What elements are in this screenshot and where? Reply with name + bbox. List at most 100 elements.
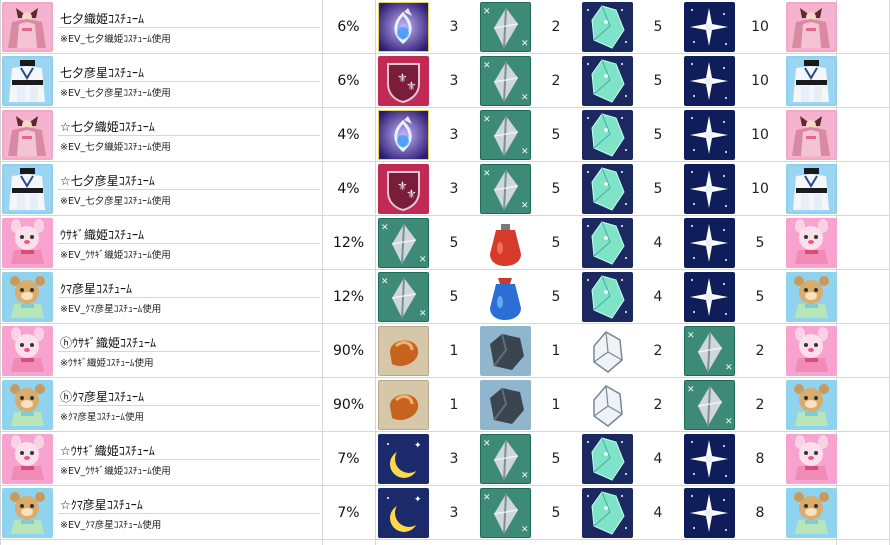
dark-ore-icon: [480, 326, 531, 376]
svg-text:✕: ✕: [419, 309, 427, 319]
costume-name: ☆七夕織姫ｺｽﾁｭｰﾑ: [60, 120, 155, 134]
costume-note: ※EV_七夕彦星ｺｽﾁｭｰﾑ使用: [60, 88, 171, 99]
svg-text:✕: ✕: [521, 525, 529, 535]
star-sparkle-icon: [684, 110, 735, 160]
costume-name: 七夕彦星ｺｽﾁｭｰﾑ: [60, 66, 145, 80]
hikoboshi-avatar-icon: [2, 56, 53, 106]
rabbit-avatar-icon: [2, 218, 53, 268]
material-quantity: 1: [551, 396, 561, 413]
name-divider: [58, 513, 320, 514]
table-row: ☆七夕彦星ｺｽﾁｭｰﾑ ※EV_七夕彦星ｺｽﾁｭｰﾑ使用 4% ⚜ ⚜ 3 ✕ ✕ …: [0, 162, 890, 216]
material-quantity: 5: [653, 180, 663, 197]
blue-potion-icon: [480, 272, 531, 322]
material-quantity: 3: [449, 18, 459, 35]
material-quantity: 10: [751, 72, 769, 89]
bear-result-icon: [786, 488, 837, 538]
success-rate: 90%: [332, 396, 365, 413]
material-quantity: 4: [653, 504, 663, 521]
sparkle-gem-icon: [582, 2, 633, 52]
bear-result-icon: [786, 380, 837, 430]
svg-text:⚜: ⚜: [406, 187, 417, 201]
star-sparkle-icon: [684, 164, 735, 214]
svg-text:✕: ✕: [483, 7, 491, 17]
crystal-shard-icon: ✕ ✕: [480, 2, 531, 52]
sparkle-gem-icon: [582, 434, 633, 484]
material-quantity: 4: [653, 450, 663, 467]
rabbit-avatar-icon: [2, 434, 53, 484]
table-row: 七夕彦星ｺｽﾁｭｰﾑ ※EV_七夕彦星ｺｽﾁｭｰﾑ使用 6% ⚜ ⚜ 3 ✕ ✕ 2…: [0, 54, 890, 108]
hikoboshi-result-icon: [786, 56, 837, 106]
crystal-shard-icon: ✕ ✕: [480, 56, 531, 106]
material-quantity: 5: [449, 234, 459, 251]
bear-avatar-icon: [2, 380, 53, 430]
material-quantity: 4: [653, 288, 663, 305]
svg-text:✕: ✕: [483, 61, 491, 71]
material-quantity: 5: [551, 180, 561, 197]
svg-text:✕: ✕: [725, 417, 733, 427]
success-rate: 7%: [337, 504, 360, 521]
costume-note: ※EV_ｳｻｷﾞ織姫ｺｽﾁｭｰﾑ使用: [60, 466, 171, 477]
material-quantity: 2: [653, 342, 663, 359]
table-row: ⓗｳｻｷﾞ織姫ｺｽﾁｭｰﾑ ※ｳｻｷﾞ織姫ｺｽﾁｭｰﾑ使用 90% 1 1 2 ✕ …: [0, 324, 890, 378]
material-quantity: 5: [551, 126, 561, 143]
svg-text:✕: ✕: [381, 277, 389, 287]
material-quantity: 5: [653, 18, 663, 35]
svg-text:✕: ✕: [483, 439, 491, 449]
svg-text:✕: ✕: [419, 255, 427, 265]
svg-text:✕: ✕: [521, 201, 529, 211]
costume-note: ※EV_ｸﾏ彦星ｺｽﾁｭｰﾑ使用: [60, 520, 162, 531]
material-quantity: 5: [449, 288, 459, 305]
material-quantity: 1: [551, 342, 561, 359]
orihime-result-icon: [786, 2, 837, 52]
costume-name: 七夕織姫ｺｽﾁｭｰﾑ: [60, 12, 145, 26]
dark-ore-icon: [480, 380, 531, 430]
material-quantity: 4: [653, 234, 663, 251]
material-quantity: 2: [653, 396, 663, 413]
table-row: ⓗｸﾏ彦星ｺｽﾁｭｰﾑ ※ｸﾏ彦星ｺｽﾁｭｰﾑ使用 90% 1 1 2 ✕ ✕ 2: [0, 378, 890, 432]
svg-text:✕: ✕: [521, 147, 529, 157]
success-rate: 6%: [337, 72, 360, 89]
svg-text:✕: ✕: [483, 169, 491, 179]
name-divider: [58, 243, 320, 244]
purple-flame-orb-icon: [378, 2, 429, 52]
crystal-shard-icon: ✕ ✕: [480, 434, 531, 484]
hikoboshi-avatar-icon: [2, 164, 53, 214]
name-divider: [58, 27, 320, 28]
bear-result-icon: [786, 272, 837, 322]
material-quantity: 2: [551, 18, 561, 35]
material-quantity: 2: [755, 342, 765, 359]
name-divider: [58, 459, 320, 460]
rabbit-result-icon: [786, 326, 837, 376]
table-row: ☆ｳｻｷﾞ織姫ｺｽﾁｭｰﾑ ※EV_ｳｻｷﾞ織姫ｺｽﾁｭｰﾑ使用 7% ✦ 3 ✕ …: [0, 432, 890, 486]
table-row: ☆ｸﾏ彦星ｺｽﾁｭｰﾑ ※EV_ｸﾏ彦星ｺｽﾁｭｰﾑ使用 7% ✦ 3 ✕ ✕ 5 …: [0, 486, 890, 540]
costume-note: ※ｸﾏ彦星ｺｽﾁｭｰﾑ使用: [60, 412, 144, 423]
costume-note: ※EV_七夕織姫ｺｽﾁｭｰﾑ使用: [60, 34, 171, 45]
svg-text:✕: ✕: [483, 493, 491, 503]
bear-avatar-icon: [2, 272, 53, 322]
material-quantity: 3: [449, 450, 459, 467]
sparkle-gem-icon: [582, 164, 633, 214]
recipe-table: 七夕織姫ｺｽﾁｭｰﾑ ※EV_七夕織姫ｺｽﾁｭｰﾑ使用 6% 3 ✕ ✕ 2 5: [0, 0, 890, 545]
material-quantity: 10: [751, 18, 769, 35]
table-row: ☆七夕織姫ｺｽﾁｭｰﾑ ※EV_七夕織姫ｺｽﾁｭｰﾑ使用 4% 3 ✕ ✕ 5 5: [0, 108, 890, 162]
crystal-shard-icon: ✕ ✕: [684, 326, 735, 376]
material-quantity: 10: [751, 180, 769, 197]
costume-name: ｸﾏ彦星ｺｽﾁｭｰﾑ: [60, 282, 133, 296]
costume-name: ⓗｸﾏ彦星ｺｽﾁｭｰﾑ: [60, 390, 145, 404]
name-divider: [58, 189, 320, 190]
material-quantity: 1: [449, 396, 459, 413]
name-divider: [58, 81, 320, 82]
material-quantity: 5: [653, 72, 663, 89]
sparkle-gem-icon: [582, 272, 633, 322]
success-rate: 90%: [332, 342, 365, 359]
material-quantity: 5: [755, 288, 765, 305]
success-rate: 4%: [337, 180, 360, 197]
costume-note: ※EV_七夕彦星ｺｽﾁｭｰﾑ使用: [60, 196, 171, 207]
crystal-shard-icon: ✕ ✕: [480, 164, 531, 214]
crystal-shard-icon: ✕ ✕: [480, 110, 531, 160]
success-rate: 12%: [332, 288, 365, 305]
svg-text:✕: ✕: [725, 363, 733, 373]
star-sparkle-icon: [684, 488, 735, 538]
material-quantity: 2: [551, 72, 561, 89]
material-quantity: 3: [449, 72, 459, 89]
